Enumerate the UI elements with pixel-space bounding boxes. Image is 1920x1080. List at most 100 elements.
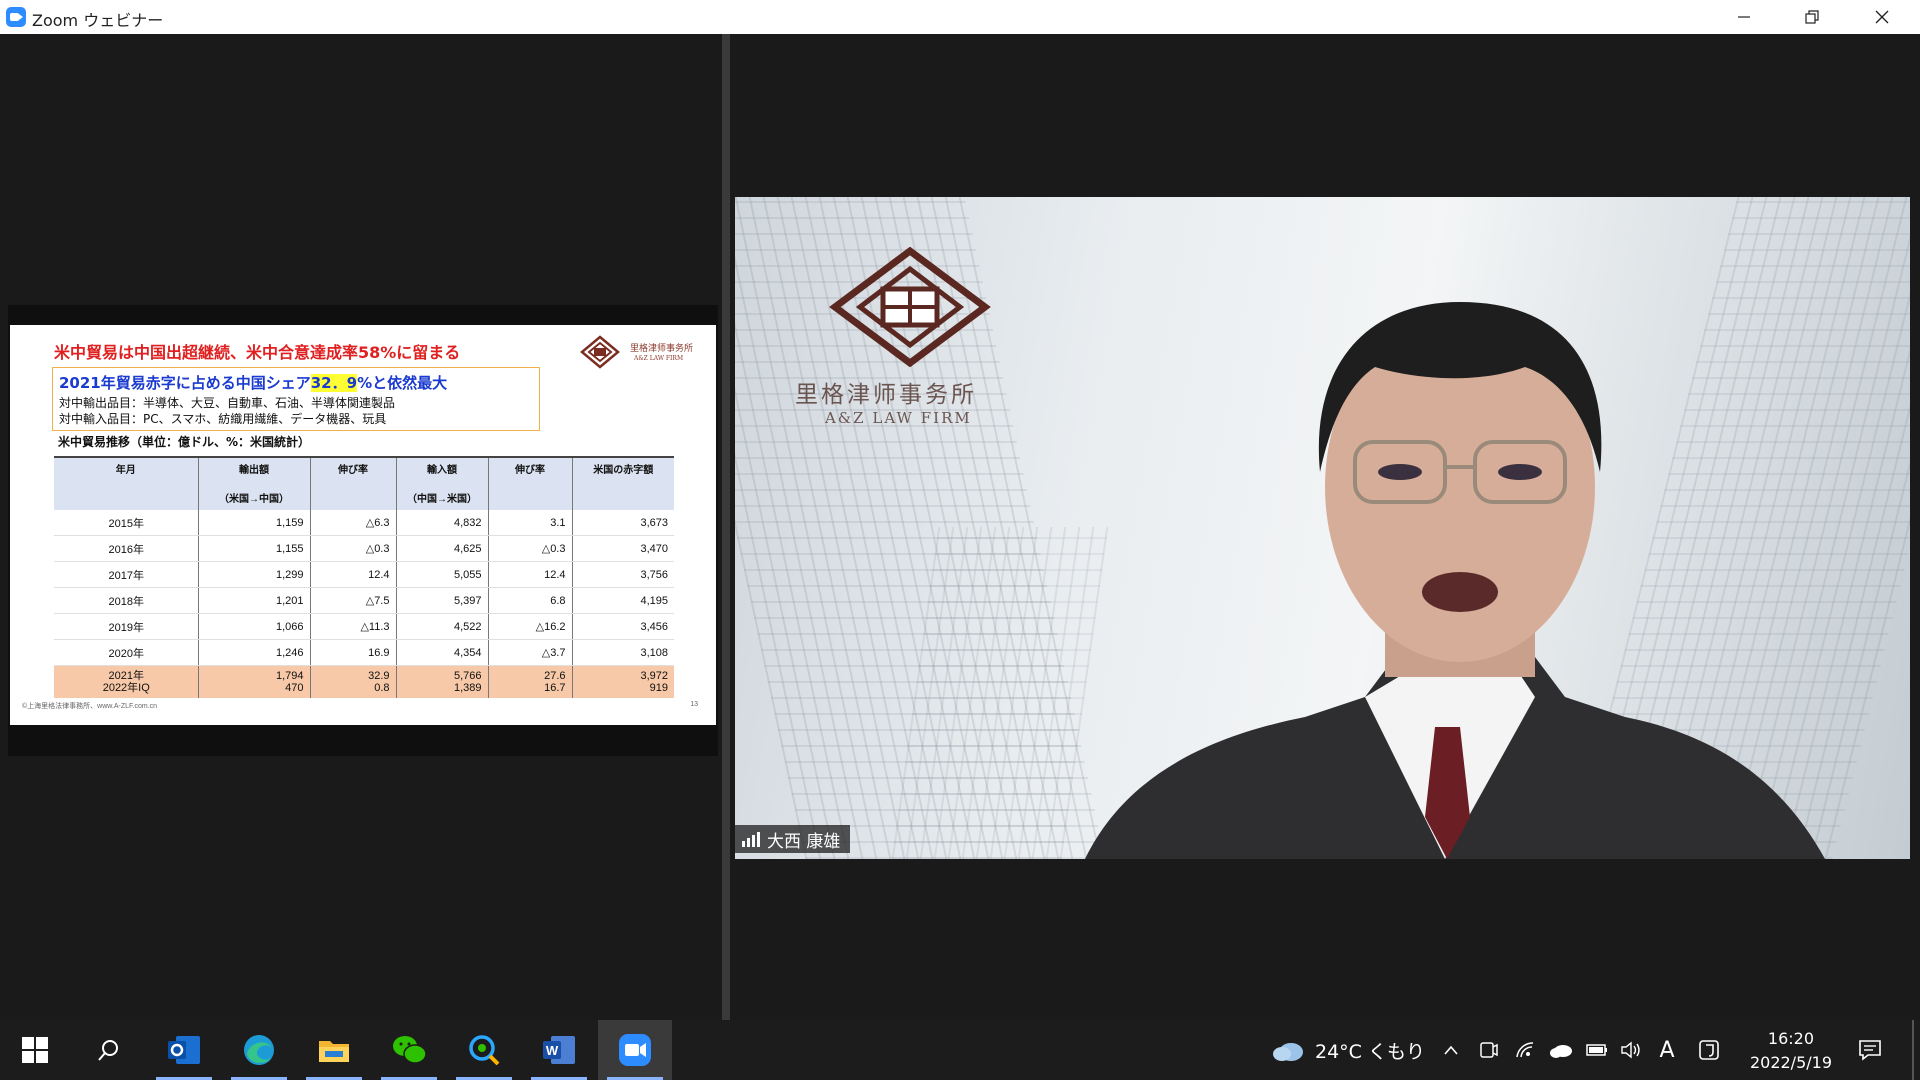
start-button[interactable] xyxy=(0,1020,70,1080)
webinar-main-area: 米中貿易は中国出超継続、米中合意達成率58%に留まる 里格津师事务所 A&Z L… xyxy=(0,34,1920,1020)
table-cell: 2021年 2022年IQ xyxy=(54,665,198,698)
table-cell: 3,673 xyxy=(571,510,674,536)
meet-now-button[interactable] xyxy=(1472,1020,1506,1080)
table-header-cell: 伸び率 xyxy=(487,457,572,510)
table-cell: 1,066 xyxy=(197,613,310,640)
table-cell: △11.3 xyxy=(309,613,396,640)
table-header-cell: 伸び率 xyxy=(309,457,396,510)
battery-button[interactable] xyxy=(1580,1020,1614,1080)
signal-bars-icon xyxy=(742,832,760,847)
table-row: 2015年 1,159 △6.3 4,832 3.1 3,673 xyxy=(54,510,674,536)
table-row: 2016年 1,155 △0.3 4,625 △0.3 3,470 xyxy=(54,535,674,562)
taskbar-app-chat[interactable] xyxy=(447,1020,521,1080)
ime-tool-button[interactable] xyxy=(1692,1020,1726,1080)
participant-name: 大西 康雄 xyxy=(767,831,841,852)
shared-screen[interactable]: 米中貿易は中国出超継続、米中合意達成率58%に留まる 里格津师事务所 A&Z L… xyxy=(8,305,718,756)
weather-text: 24°C くもり xyxy=(1315,1040,1425,1063)
onedrive-button[interactable] xyxy=(1544,1020,1578,1080)
table-cell: 2019年 xyxy=(54,613,198,640)
table-header-cell: 輸入額 （中国→米国） xyxy=(395,457,488,510)
restore-icon xyxy=(1805,10,1819,24)
taskbar-app-zoom[interactable] xyxy=(598,1020,672,1080)
minimize-button[interactable] xyxy=(1710,0,1778,34)
folder-icon xyxy=(319,1041,349,1062)
clock-time: 16:20 xyxy=(1767,1029,1815,1048)
window-titlebar: Zoom ウェビナー xyxy=(0,0,1920,34)
table-cell: 5,766 1,389 xyxy=(395,665,488,698)
notifications-button[interactable] xyxy=(1848,1020,1892,1080)
show-hidden-icons-button[interactable] xyxy=(1434,1020,1468,1080)
weather-widget[interactable]: 24°C くもり xyxy=(1268,1020,1428,1080)
search-button[interactable] xyxy=(72,1020,146,1080)
close-icon xyxy=(1875,10,1889,24)
table-cell: 4,832 xyxy=(395,510,488,536)
zoom-app-icon xyxy=(6,7,26,27)
volume-button[interactable] xyxy=(1614,1020,1648,1080)
callout-headline: 2021年貿易赤字に占める中国シェア32．9%と依然最大 xyxy=(59,374,448,392)
table-cell: 3,470 xyxy=(571,535,674,562)
taskbar: W 24°C くもり A 16:20 2022/5/19 xyxy=(0,1020,1920,1080)
participant-name-tag: 大西 康雄 xyxy=(735,825,851,853)
firm-logo: 里格津师事务所 A&Z LAW FIRM xyxy=(578,335,706,369)
minimize-icon xyxy=(1738,16,1750,18)
slide-headline: 米中貿易は中国出超継続、米中合意達成率58%に留まる xyxy=(54,343,461,362)
table-cell: 3,108 xyxy=(571,639,674,666)
table-cell: 2017年 xyxy=(54,561,198,588)
clock-date: 2022/5/19 xyxy=(1749,1053,1832,1072)
zoom-icon xyxy=(619,1034,651,1066)
speaker-video[interactable]: 里格津师事务所 A&Z LAW FIRM xyxy=(735,197,1910,859)
wifi-icon xyxy=(1516,1042,1534,1058)
ime-indicator[interactable]: A xyxy=(1650,1020,1684,1080)
search-icon xyxy=(98,1040,118,1061)
table-cell: 6.8 xyxy=(487,587,572,614)
presentation-slide: 米中貿易は中国出超継続、米中合意達成率58%に留まる 里格津师事务所 A&Z L… xyxy=(10,325,716,725)
show-desktop-button[interactable] xyxy=(1912,1020,1914,1080)
taskbar-app-outlook[interactable] xyxy=(147,1020,221,1080)
table-cell: 3,972 919 xyxy=(571,665,674,698)
chat-search-icon xyxy=(469,1035,500,1066)
slide-footer: ©上海里格法律事務所、www.A-ZLF.com.cn xyxy=(22,703,158,710)
table-cell: 5,397 xyxy=(395,587,488,614)
taskbar-app-wechat[interactable] xyxy=(372,1020,446,1080)
table-cell: 12.4 xyxy=(309,561,396,588)
table-cell: 2020年 xyxy=(54,639,198,666)
table-cell: △6.3 xyxy=(309,510,396,536)
close-button[interactable] xyxy=(1848,0,1916,34)
ime-toggle-icon xyxy=(1699,1040,1719,1060)
table-row-highlight: 2021年 2022年IQ 1,794 470 32.9 0.8 5,766 1,389 27.… xyxy=(54,665,674,698)
firm-logo-icon xyxy=(580,335,620,369)
logo-firm-en: A&Z LAW FIRM xyxy=(634,355,684,362)
table-cell: △0.3 xyxy=(487,535,572,562)
table-cell: 27.6 16.7 xyxy=(487,665,572,698)
network-button[interactable] xyxy=(1508,1020,1542,1080)
firm-logo-icon xyxy=(829,247,991,367)
slide-page-number: 13 xyxy=(690,701,698,708)
restore-button[interactable] xyxy=(1778,0,1846,34)
taskbar-app-edge[interactable] xyxy=(222,1020,296,1080)
table-row: 2019年 1,066 △11.3 4,522 △16.2 3,456 xyxy=(54,613,674,640)
word-icon: W xyxy=(543,1036,575,1064)
taskbar-app-file-explorer[interactable] xyxy=(297,1020,371,1080)
table-header-cell: 輸出額 （米国→中国） xyxy=(197,457,310,510)
table-cell: 4,522 xyxy=(395,613,488,640)
table-cell: △3.7 xyxy=(487,639,572,666)
window-title: Zoom ウェビナー xyxy=(32,11,164,30)
video-firm-en: A&Z LAW FIRM xyxy=(825,409,972,427)
table-cell: 5,055 xyxy=(395,561,488,588)
cloud-icon xyxy=(1273,1043,1303,1061)
battery-icon xyxy=(1586,1044,1607,1056)
table-cell: △0.3 xyxy=(309,535,396,562)
split-view-divider[interactable] xyxy=(722,34,730,1020)
table-row: 2018年 1,201 △7.5 5,397 6.8 4,195 xyxy=(54,587,674,614)
table-cell: 3,456 xyxy=(571,613,674,640)
table-cell: 1,155 xyxy=(197,535,310,562)
table-cell: 32.9 0.8 xyxy=(309,665,396,698)
taskbar-clock[interactable]: 16:20 2022/5/19 xyxy=(1750,1027,1832,1075)
taskbar-app-word[interactable]: W xyxy=(522,1020,596,1080)
table-cell: △16.2 xyxy=(487,613,572,640)
table-title: 米中貿易推移（単位：億ドル、%：米国統計） xyxy=(58,435,311,449)
table-cell: 4,354 xyxy=(395,639,488,666)
table-cell: 2016年 xyxy=(54,535,198,562)
summary-callout: 2021年貿易赤字に占める中国シェア32．9%と依然最大 対中輸出品目：半導体、… xyxy=(52,367,540,431)
camera-icon xyxy=(1480,1042,1498,1058)
